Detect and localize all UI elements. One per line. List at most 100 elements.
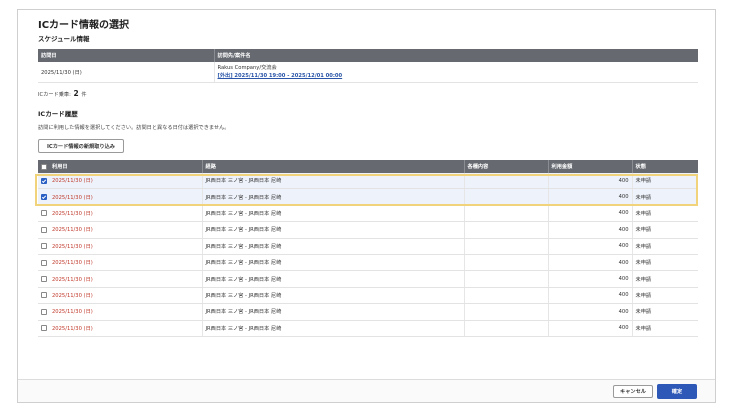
dialog-footer: キャンセル 確定: [18, 379, 715, 402]
use-date: 2025/11/30 (日): [52, 210, 93, 217]
table-row[interactable]: 2025/11/30 (日) JR西日本 三ノ宮 - JR西日本 尼崎 400 未申請: [38, 173, 698, 190]
status: 未申請: [632, 320, 698, 337]
amount: 400: [548, 221, 633, 239]
use-date-cell: 2025/11/30 (日): [38, 205, 203, 223]
use-date: 2025/11/30 (日): [52, 194, 93, 201]
route: JR西日本 三ノ宮 - JR西日本 尼崎: [202, 205, 465, 223]
use-date-cell: 2025/11/30 (日): [38, 173, 203, 190]
row-checkbox[interactable]: [41, 276, 47, 283]
amount: 400: [548, 254, 633, 272]
amount: 400: [548, 238, 633, 255]
use-date: 2025/11/30 (日): [52, 227, 93, 234]
status: 未申請: [632, 287, 698, 305]
table-row[interactable]: 2025/11/30 (日) JR西日本 三ノ宮 - JR西日本 尼崎 400 未申請: [38, 238, 698, 255]
amount: 400: [548, 303, 633, 321]
table-row[interactable]: 2025/11/30 (日) JR西日本 三ノ宮 - JR西日本 尼崎 400 未申請: [38, 270, 698, 288]
table-row[interactable]: 2025/11/30 (日) JR西日本 三ノ宮 - JR西日本 尼崎 400 未申請: [38, 303, 698, 321]
table-row[interactable]: 2025/11/30 (日) JR西日本 三ノ宮 - JR西日本 尼崎 400 未申請: [38, 188, 698, 206]
details: [464, 188, 549, 206]
amount: 400: [548, 188, 633, 206]
modal-dialog: ICカード情報の選択 スケジュール情報 訪問日 訪問先/案件名 2025/11/…: [17, 9, 716, 403]
details: [464, 303, 549, 321]
route: JR西日本 三ノ宮 - JR西日本 尼崎: [202, 254, 465, 272]
route: JR西日本 三ノ宮 - JR西日本 尼崎: [202, 238, 465, 255]
header-route: 経路: [202, 160, 465, 173]
visit-date: 2025/11/30 (日): [38, 62, 215, 83]
row-checkbox[interactable]: [41, 194, 47, 201]
use-date-cell: 2025/11/30 (日): [38, 221, 203, 239]
use-date: 2025/11/30 (日): [52, 178, 93, 185]
amount: 400: [548, 173, 633, 190]
table-row[interactable]: 2025/11/30 (日) JR西日本 三ノ宮 - JR西日本 尼崎 400 未申請: [38, 287, 698, 305]
route: JR西日本 三ノ宮 - JR西日本 尼崎: [202, 173, 465, 190]
row-checkbox[interactable]: [41, 226, 47, 233]
amount: 400: [548, 320, 633, 337]
status: 未申請: [632, 221, 698, 239]
row-checkbox[interactable]: [41, 243, 47, 250]
row-checkbox[interactable]: [41, 325, 47, 332]
use-date-cell: 2025/11/30 (日): [38, 254, 203, 272]
use-date-cell: 2025/11/30 (日): [38, 320, 203, 337]
header-status: 状態: [632, 160, 698, 173]
details: [464, 287, 549, 305]
destination-cell: Rakus Company/交流会 [外出] 2025/11/30 19:00 …: [214, 62, 698, 83]
details: [464, 221, 549, 239]
row-checkbox[interactable]: [41, 259, 47, 266]
table-row[interactable]: 2025/11/30 (日) JR西日本 三ノ宮 - JR西日本 尼崎 400 未申請: [38, 205, 698, 223]
details: [464, 270, 549, 288]
schedule-row: 2025/11/30 (日) Rakus Company/交流会 [外出] 20…: [38, 62, 698, 83]
row-checkbox[interactable]: [41, 308, 47, 315]
status: 未申請: [632, 270, 698, 288]
details: [464, 205, 549, 223]
select-all-checkbox[interactable]: [41, 163, 47, 170]
details: [464, 238, 549, 255]
table-row[interactable]: 2025/11/30 (日) JR西日本 三ノ宮 - JR西日本 尼崎 400 未申請: [38, 254, 698, 272]
amount: 400: [548, 205, 633, 223]
event-link[interactable]: [外出] 2025/11/30 19:00 - 2025/12/01 00:00: [218, 73, 343, 79]
header-visit-date: 訪問日: [38, 49, 215, 62]
route: JR西日本 三ノ宮 - JR西日本 尼崎: [202, 221, 465, 239]
status: 未申請: [632, 303, 698, 321]
use-date: 2025/11/30 (日): [52, 292, 93, 299]
use-date-cell: 2025/11/30 (日): [38, 238, 203, 255]
table-row[interactable]: 2025/11/30 (日) JR西日本 三ノ宮 - JR西日本 尼崎 400 未申請: [38, 221, 698, 239]
use-date: 2025/11/30 (日): [52, 309, 93, 316]
cancel-button[interactable]: キャンセル: [613, 385, 653, 398]
route: JR西日本 三ノ宮 - JR西日本 尼崎: [202, 303, 465, 321]
table-row[interactable]: 2025/11/30 (日) JR西日本 三ノ宮 - JR西日本 尼崎 400 未申請: [38, 320, 698, 337]
destination-name: Rakus Company/交流会: [217, 65, 277, 71]
use-date: 2025/11/30 (日): [52, 325, 93, 332]
header-use-date-label: 利用日: [52, 164, 68, 170]
status: 未申請: [632, 205, 698, 223]
header-destination: 訪問先/案件名: [214, 49, 698, 62]
confirm-button[interactable]: 確定: [657, 384, 697, 399]
status: 未申請: [632, 173, 698, 190]
use-date-cell: 2025/11/30 (日): [38, 303, 203, 321]
card-history-table: 利用日 経路 各種内容 利用金額 状態 2025/11/30 (日) JR西日本 …: [38, 160, 698, 337]
route: JR西日本 三ノ宮 - JR西日本 尼崎: [202, 188, 465, 206]
schedule-table: 訪問日 訪問先/案件名 2025/11/30 (日) Rakus Company…: [38, 49, 698, 83]
amount: 400: [548, 287, 633, 305]
row-checkbox[interactable]: [41, 177, 47, 184]
status: 未申請: [632, 188, 698, 206]
header-amount: 利用金額: [548, 160, 633, 173]
route: JR西日本 三ノ宮 - JR西日本 尼崎: [202, 287, 465, 305]
row-checkbox[interactable]: [41, 210, 47, 217]
history-note: 訪問に利用した情報を選択してください。訪問日と異なる日付は選択できません。: [38, 125, 230, 131]
use-date-cell: 2025/11/30 (日): [38, 188, 203, 206]
status: 未申請: [632, 254, 698, 272]
import-card-button[interactable]: ICカード情報の新規取り込み: [38, 139, 124, 153]
route: JR西日本 三ノ宮 - JR西日本 尼崎: [202, 320, 465, 337]
use-date-cell: 2025/11/30 (日): [38, 270, 203, 288]
use-date: 2025/11/30 (日): [52, 243, 93, 250]
schedule-section-title: スケジュール情報: [38, 35, 90, 43]
card-count: ICカード乗車: 2 件: [38, 89, 87, 98]
amount: 400: [548, 270, 633, 288]
row-checkbox[interactable]: [41, 292, 47, 299]
use-date: 2025/11/30 (日): [52, 276, 93, 283]
details: [464, 320, 549, 337]
card-count-unit: 件: [81, 92, 87, 98]
route: JR西日本 三ノ宮 - JR西日本 尼崎: [202, 270, 465, 288]
details: [464, 254, 549, 272]
use-date-cell: 2025/11/30 (日): [38, 287, 203, 305]
